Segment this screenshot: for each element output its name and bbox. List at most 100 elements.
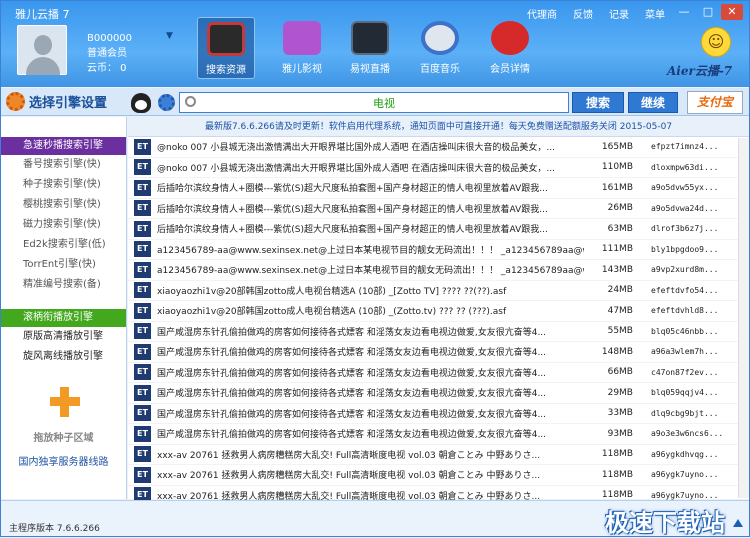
nav-label: 雅儿影视 bbox=[282, 64, 322, 75]
player-section-header[interactable]: 滚柄衔播放引擎 bbox=[1, 309, 126, 327]
top-menu-history[interactable]: 记录 bbox=[609, 6, 629, 21]
avatar[interactable] bbox=[17, 25, 67, 75]
result-row[interactable]: ET 后插哈尔滨纹身情人+圈模---紫优(S)超大尺度私拍套图+国产身材超正的情人… bbox=[128, 199, 749, 219]
result-row[interactable]: ET @noko 007 小县城无浇出激情满出大开眼界堪比国外成人酒吧 在酒店操叫… bbox=[128, 137, 749, 158]
torrent-file-icon: ET bbox=[134, 446, 151, 463]
torrent-file-icon: ET bbox=[134, 220, 151, 237]
result-row[interactable]: ET 后插哈尔滨纹身情人+圈模---紫优(S)超大尺度私拍套图+国产身材超正的情人… bbox=[128, 219, 749, 240]
result-row[interactable]: ET @noko 007 小县城无浇出激情满出大开眼界堪比国外成人酒吧 在酒店操叫… bbox=[128, 158, 749, 178]
search-button[interactable]: 搜索 bbox=[572, 92, 624, 113]
engine-item[interactable]: 磁力搜索引擎(快) bbox=[1, 215, 126, 235]
result-size: 33MB bbox=[607, 408, 633, 419]
engine-item[interactable]: TorrEnt引擎(快) bbox=[1, 255, 126, 275]
result-hash: a96ygk7uyno... bbox=[651, 490, 719, 500]
result-row[interactable]: ET a123456789-aa@www.sexinsex.net@上过日本某电视… bbox=[128, 240, 749, 260]
engine-settings-button[interactable]: 选择引擎设置 bbox=[6, 92, 107, 111]
result-row[interactable]: ET 国产咸湿房东针孔偷拍做鸡的房客如何接待各式嫖客 和淫荡女友边看电视边做爱,女… bbox=[128, 424, 749, 445]
result-name: 国产咸湿房东针孔偷拍做鸡的房客如何接待各式嫖客 和淫荡女友边看电视边做爱,女友很… bbox=[157, 368, 547, 379]
result-row[interactable]: ET 后插哈尔滨纹身情人+圈模---紫优(S)超大尺度私拍套图+国产身材超正的情人… bbox=[128, 178, 749, 199]
result-hash: a9vp2xurd8m... bbox=[651, 265, 719, 275]
alipay-button[interactable]: 支付宝 bbox=[687, 91, 743, 114]
top-menu-menu[interactable]: 菜单 bbox=[645, 6, 665, 21]
torrent-file-icon: ET bbox=[134, 138, 151, 155]
result-row[interactable]: ET a123456789-aa@www.sexinsex.net@上过日本某电视… bbox=[128, 260, 749, 281]
app-window: 雅儿云播 7 代理商 反馈 记录 菜单 — □ ✕ B000000 普通会员 云… bbox=[0, 0, 750, 537]
result-name: a123456789-aa@www.sexinsex.net@上过日本某电视节目… bbox=[157, 245, 584, 256]
result-size: 148MB bbox=[601, 346, 633, 357]
nav-search-resources[interactable]: 搜索资源 bbox=[197, 17, 255, 79]
engine-item[interactable]: 番号搜索引擎(快) bbox=[1, 155, 126, 175]
result-row[interactable]: ET xiaoyaozhi1v@20部韩国zotto成人电视台精选A (10部) … bbox=[128, 301, 749, 322]
status-bar: 主程序版本 7.6.6.266 极速下载站 bbox=[1, 500, 749, 537]
torrent-drop-zone[interactable]: 拖放种子区域 bbox=[1, 429, 126, 444]
nav-live-tv[interactable]: 易视直播 bbox=[341, 17, 399, 79]
result-row[interactable]: ET 国产咸湿房东针孔偷拍做鸡的房客如何接待各式嫖客 和淫荡女友边看电视边做爱,女… bbox=[128, 363, 749, 383]
torrent-file-icon: ET bbox=[134, 466, 151, 483]
player-item[interactable]: 旋风离线播放引擎 bbox=[1, 347, 126, 367]
result-row[interactable]: ET 国产咸湿房东针孔偷拍做鸡的房客如何接待各式嫖客 和淫荡女友边看电视边做爱,女… bbox=[128, 383, 749, 404]
user-dropdown-icon[interactable]: ▼ bbox=[166, 31, 173, 41]
avatar-body-icon bbox=[26, 57, 60, 75]
torrent-file-icon: ET bbox=[134, 405, 151, 422]
user-level: 普通会员 bbox=[87, 48, 127, 59]
results-scrollbar[interactable] bbox=[738, 138, 749, 498]
result-size: 118MB bbox=[601, 449, 633, 460]
settings-gear-icon[interactable] bbox=[158, 94, 175, 111]
result-row[interactable]: ET xxx-av 20761 拯救男人病房糟糕房大乱交! Full高清晰度电视 … bbox=[128, 445, 749, 465]
result-size: 118MB bbox=[601, 490, 633, 501]
player-item[interactable]: 原版高清播放引擎 bbox=[1, 327, 126, 347]
engine-section-header[interactable]: 急速秒播搜索引擎 bbox=[1, 137, 126, 155]
result-size: 55MB bbox=[607, 326, 633, 337]
torrent-file-icon: ET bbox=[134, 282, 151, 299]
result-size: 111MB bbox=[601, 244, 633, 255]
result-name: a123456789-aa@www.sexinsex.net@上过日本某电视节目… bbox=[157, 266, 584, 277]
nav-baidu-music[interactable]: 百度音乐 bbox=[411, 17, 469, 79]
result-hash: blq05c46nbb... bbox=[651, 326, 719, 336]
nav-yaer-video[interactable]: 雅儿影视 bbox=[273, 17, 331, 79]
torrent-file-icon: ET bbox=[134, 261, 151, 278]
continue-button[interactable]: 继续 bbox=[628, 92, 678, 113]
scroll-top-icon[interactable] bbox=[733, 519, 743, 527]
result-hash: efeftdvhld8... bbox=[651, 306, 719, 316]
result-size: 143MB bbox=[601, 264, 633, 275]
engine-item[interactable]: Ed2k搜索引擎(低) bbox=[1, 235, 126, 255]
app-logo: ☺ Aier云播-7 bbox=[667, 27, 737, 81]
result-size: 118MB bbox=[601, 469, 633, 480]
search-input[interactable] bbox=[180, 93, 568, 112]
result-hash: blq059qqjv4... bbox=[651, 388, 719, 398]
qq-penguin-icon[interactable] bbox=[131, 93, 151, 113]
search-toolbar: 选择引擎设置 搜索 继续 支付宝 bbox=[1, 88, 749, 116]
result-row[interactable]: ET xiaoyaozhi1v@20部韩国zotto成人电视台精选A (10部) … bbox=[128, 281, 749, 301]
version-label: 主程序版本 7.6.6.266 bbox=[9, 524, 100, 534]
result-name: 国产咸湿房东针孔偷拍做鸡的房客如何接待各式嫖客 和淫荡女友边看电视边做爱,女友很… bbox=[157, 389, 547, 400]
result-row[interactable]: ET xxx-av 20761 拯救男人病房糟糕房大乱交! Full高清晰度电视 … bbox=[128, 465, 749, 486]
top-menu-feedback[interactable]: 反馈 bbox=[573, 6, 593, 21]
result-name: 后插哈尔滨纹身情人+圈模---紫优(S)超大尺度私拍套图+国产身材超正的情人电视… bbox=[157, 184, 548, 195]
result-name: @noko 007 小县城无浇出激情满出大开眼界堪比国外成人酒吧 在酒店操叫床很… bbox=[157, 143, 555, 154]
result-size: 161MB bbox=[601, 182, 633, 193]
engine-settings-label: 选择引擎设置 bbox=[29, 96, 108, 111]
engine-item[interactable]: 精准编号搜索(备) bbox=[1, 275, 126, 295]
result-row[interactable]: ET 国产咸湿房东针孔偷拍做鸡的房客如何接待各式嫖客 和淫荡女友边看电视边做爱,女… bbox=[128, 322, 749, 342]
engine-item[interactable]: 樱桃搜索引擎(快) bbox=[1, 195, 126, 215]
result-row[interactable]: ET 国产咸湿房东针孔偷拍做鸡的房客如何接待各式嫖客 和淫荡女友边看电视边做爱,女… bbox=[128, 404, 749, 424]
nav-member-details[interactable]: 会员详情 bbox=[481, 17, 539, 79]
engine-item[interactable]: 种子搜索引擎(快) bbox=[1, 175, 126, 195]
result-name: xiaoyaozhi1v@20部韩国zotto成人电视台精选A (10部) _[… bbox=[157, 286, 507, 297]
result-size: 26MB bbox=[607, 203, 633, 214]
result-name: xxx-av 20761 拯救男人病房糟糕房大乱交! Full高清晰度电视 vo… bbox=[157, 450, 541, 461]
result-hash: c47on87f2ev... bbox=[651, 367, 719, 377]
result-hash: dlrof3b6z7j... bbox=[651, 224, 719, 234]
notice-banner[interactable]: 最新版7.6.6.266请及时更新！软件启用代理系统，通知页面中可直接开通！每天… bbox=[128, 117, 749, 137]
server-line-link[interactable]: 国内独享服务器线路 bbox=[1, 453, 126, 468]
add-torrent-icon[interactable] bbox=[49, 387, 80, 417]
result-row[interactable]: ET 国产咸湿房东针孔偷拍做鸡的房客如何接待各式嫖客 和淫荡女友边看电视边做爱,女… bbox=[128, 342, 749, 363]
torrent-file-icon: ET bbox=[134, 200, 151, 217]
minimize-button[interactable]: — bbox=[673, 4, 695, 20]
search-icon bbox=[185, 96, 196, 107]
result-name: 国产咸湿房东针孔偷拍做鸡的房客如何接待各式嫖客 和淫荡女友边看电视边做爱,女友很… bbox=[157, 409, 547, 420]
logo-text: Aier云播-7 bbox=[667, 64, 733, 78]
headphones-icon bbox=[421, 21, 459, 55]
close-button[interactable]: ✕ bbox=[721, 4, 743, 20]
maximize-button[interactable]: □ bbox=[697, 4, 719, 20]
